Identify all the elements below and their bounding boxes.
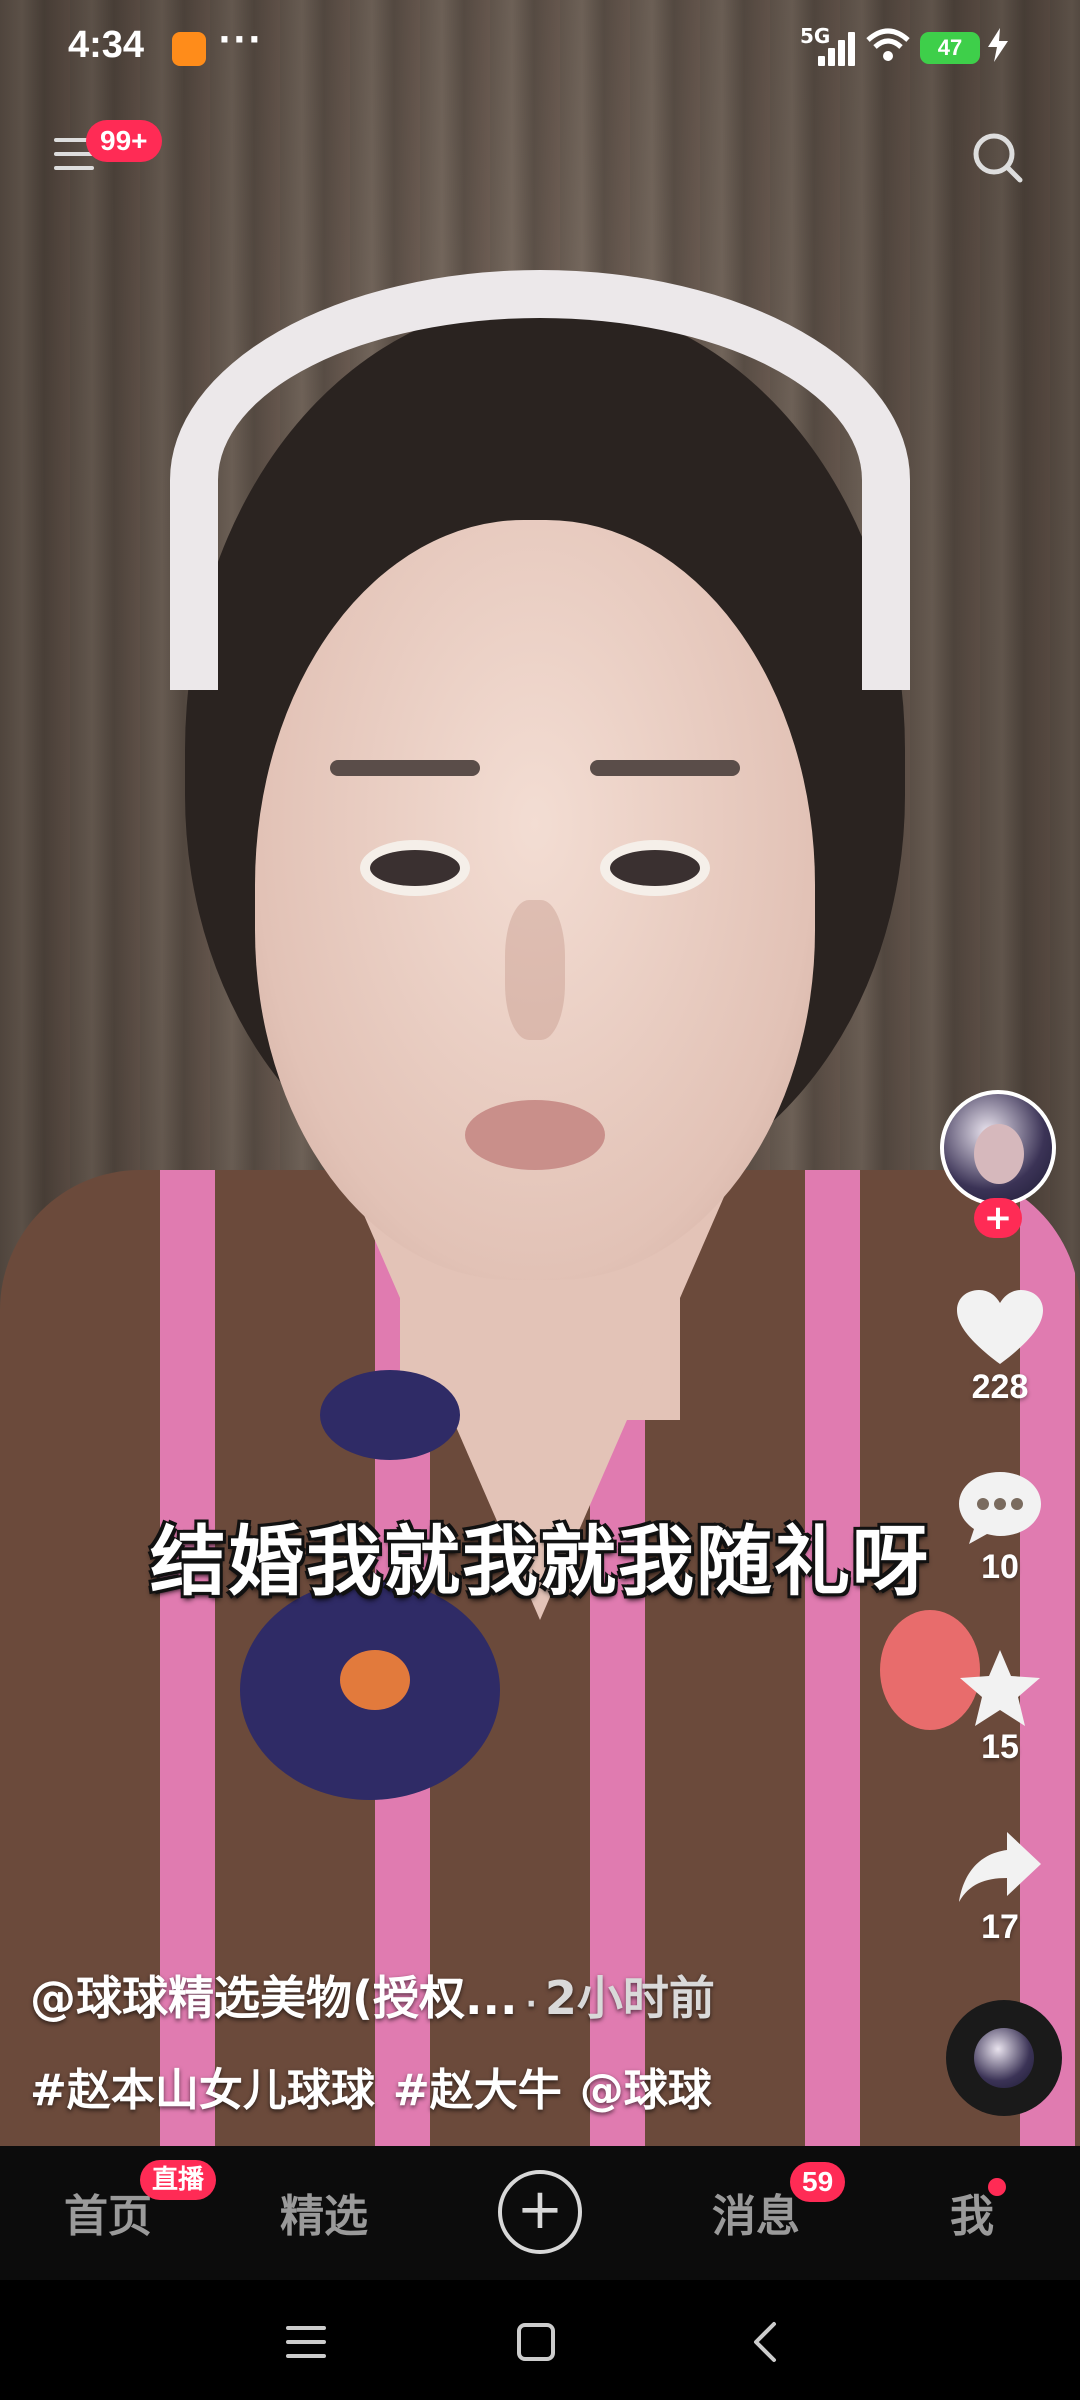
shirt-flower-large (240, 1580, 500, 1800)
heart-icon (957, 1290, 1043, 1364)
comment-icon (959, 1472, 1041, 1544)
screen: 4:34 ··· 5G 47 99+ 结婚我就我就我随礼呀 + 228 10 1… (0, 0, 1080, 2400)
share-button[interactable]: 17 (930, 1828, 1070, 1947)
post-time: 2小时前 (544, 1971, 715, 2025)
add-button[interactable]: + (498, 2170, 582, 2254)
comment-button[interactable]: 10 (930, 1468, 1070, 1587)
back-icon[interactable] (744, 2320, 788, 2364)
person-nose (505, 900, 565, 1040)
follow-button[interactable]: + (974, 1198, 1022, 1238)
more-notifications-icon: ··· (218, 20, 263, 60)
author-avatar[interactable] (940, 1090, 1056, 1206)
music-disc[interactable] (946, 2000, 1062, 2116)
status-bar: 4:34 ··· 5G 47 (0, 0, 1080, 100)
hashtag[interactable]: #赵本山女儿球球 (30, 2065, 375, 2116)
system-nav-bar (0, 2280, 1080, 2400)
status-time: 4:34 (68, 24, 145, 66)
recent-apps-icon[interactable] (284, 2320, 328, 2364)
video-subtitle: 结婚我就我就我随礼呀 (150, 1517, 930, 1606)
person-brow-right (590, 760, 740, 776)
charging-icon (988, 28, 1008, 70)
separator: · (525, 1987, 537, 2022)
messages-badge: 59 (790, 2162, 846, 2202)
comment-count: 10 (981, 1548, 1019, 1586)
favorite-button[interactable]: 15 (930, 1648, 1070, 1767)
notification-badge: 99+ (86, 120, 162, 162)
wifi-icon (866, 28, 910, 73)
hashtag[interactable]: #赵大牛 (393, 2065, 562, 2116)
search-icon[interactable] (970, 130, 1026, 186)
person-eye-right (610, 850, 700, 886)
shirt-flower-small (320, 1370, 460, 1460)
author-name[interactable]: @球球精选美物(授权... (30, 1971, 517, 2025)
like-button[interactable]: 228 (930, 1288, 1070, 1407)
favorite-count: 15 (981, 1728, 1019, 1766)
share-arrow-icon (959, 1832, 1041, 1902)
live-badge: 直播 (140, 2160, 217, 2200)
person-brow-left (330, 760, 480, 776)
home-icon[interactable] (514, 2320, 558, 2364)
star-icon (960, 1650, 1040, 1726)
nav-messages[interactable]: 消息 (712, 2180, 800, 2244)
nav-featured[interactable]: 精选 (280, 2180, 368, 2244)
person-eye-left (370, 850, 460, 886)
me-notification-dot (988, 2178, 1006, 2196)
video-player[interactable] (0, 0, 1080, 2146)
person-lips (465, 1100, 605, 1170)
share-count: 17 (981, 1908, 1019, 1946)
shopping-app-icon (172, 32, 206, 66)
like-count: 228 (971, 1368, 1029, 1406)
battery-indicator: 47 (920, 32, 980, 64)
hashtag-line: #赵本山女儿球球 #赵大牛 @球球 (30, 2054, 730, 2118)
mention[interactable]: @球球 (580, 2065, 712, 2116)
bottom-nav: 首页 直播 精选 + 消息 59 我 (0, 2146, 1080, 2280)
author-line: @球球精选美物(授权... · 2小时前 (30, 1962, 715, 2028)
signal-icon (818, 30, 858, 66)
nav-home[interactable]: 首页 (64, 2180, 152, 2244)
